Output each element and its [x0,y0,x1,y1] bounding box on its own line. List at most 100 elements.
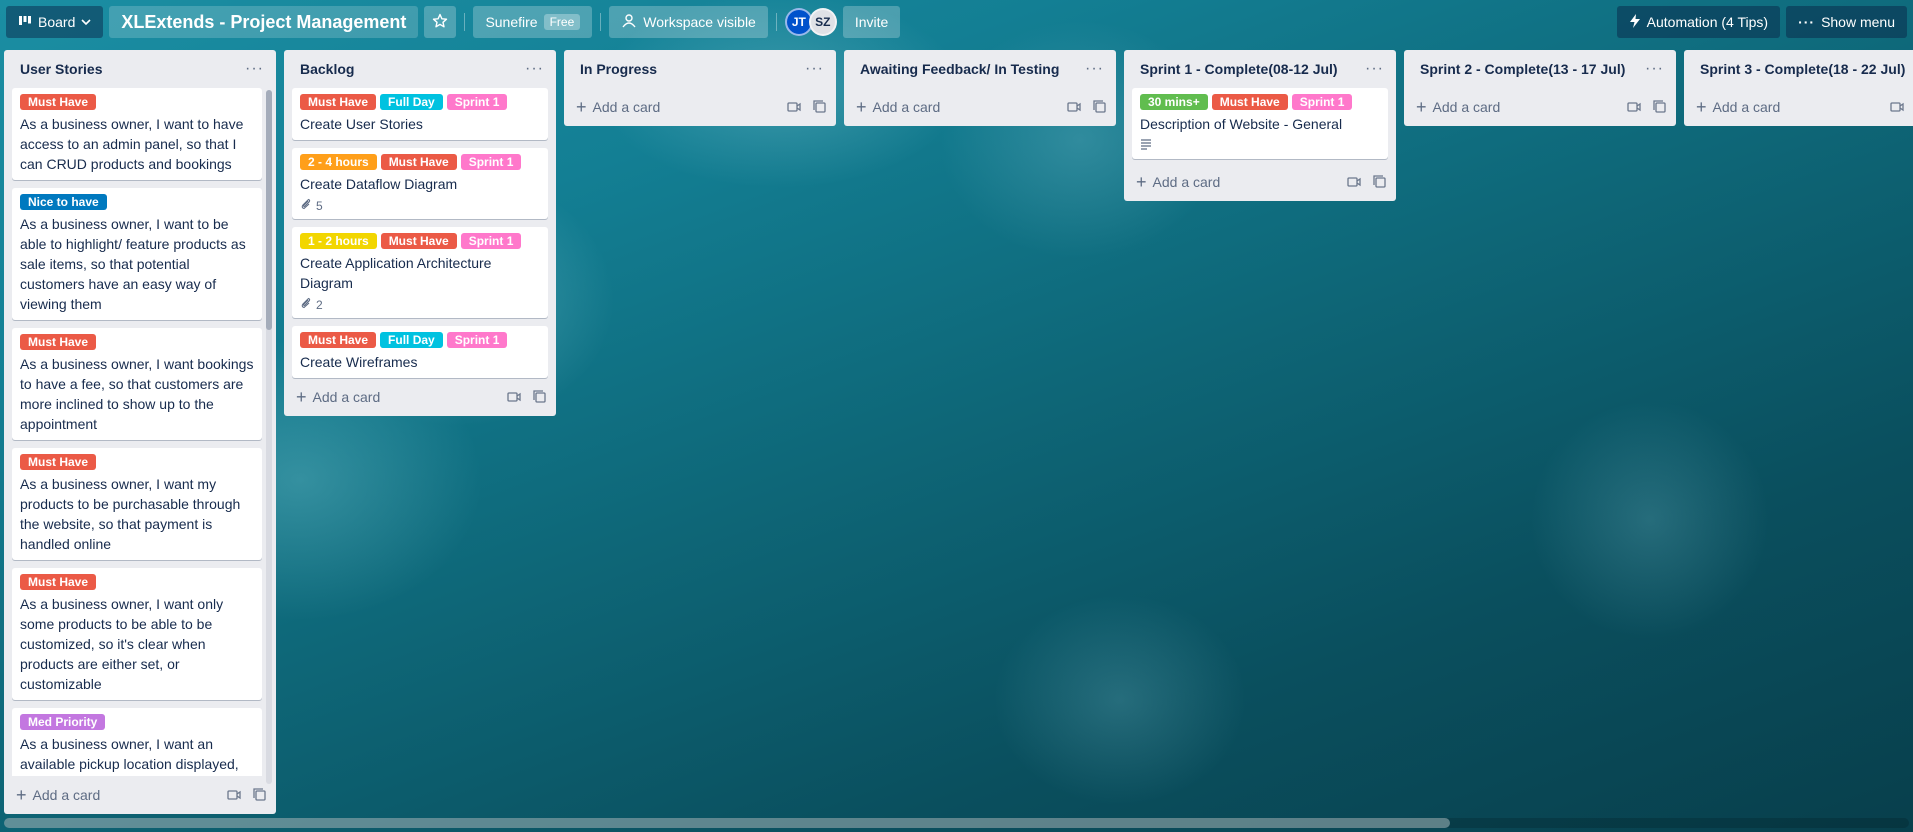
list-title[interactable]: Sprint 2 - Complete(13 - 17 Jul) [1420,61,1625,77]
card[interactable]: Med Priority As a business owner, I want… [12,707,262,777]
template-icon[interactable] [506,389,522,405]
card-label[interactable]: Sprint 1 [446,332,508,348]
copy-icon[interactable] [1092,99,1108,115]
list-header[interactable]: Sprint 1 - Complete(08-12 Jul) ··· [1124,50,1396,88]
card-label[interactable]: Full Day [380,94,443,110]
star-button[interactable] [424,6,457,38]
card-label[interactable]: Nice to have [20,193,107,210]
add-card-button[interactable]: + Add a card [1416,98,1616,116]
card-label[interactable]: 2 - 4 hours [300,154,377,170]
avatar[interactable]: SZ [808,8,837,36]
card-label[interactable]: Must Have [1211,94,1288,110]
card-label[interactable]: Full Day [380,332,443,348]
card-label[interactable]: Must Have [380,233,457,249]
plus-icon: + [296,387,307,407]
list-header[interactable]: User Stories ··· [4,50,276,88]
list-title[interactable]: Sprint 1 - Complete(08-12 Jul) [1140,61,1338,77]
card-container: Must Have Full Day Sprint 1 Create User … [284,88,556,378]
show-menu-label: Show menu [1821,14,1895,30]
board-view-switcher[interactable]: Board [6,6,104,38]
template-icon[interactable] [1066,99,1082,115]
add-card-button[interactable]: + Add a card [1136,173,1336,191]
automation-button[interactable]: Automation (4 Tips) [1616,6,1781,38]
show-menu-button[interactable]: ··· Show menu [1786,6,1907,38]
card[interactable]: Must Have Full Day Sprint 1 Create Wiref… [292,326,548,378]
template-icon[interactable] [1626,99,1642,115]
list-scrollbar[interactable] [266,90,272,784]
card-label[interactable]: Must Have [380,154,457,170]
invite-button[interactable]: Invite [842,6,901,38]
list-title[interactable]: Backlog [300,61,354,77]
list-menu-icon[interactable]: ··· [805,60,824,78]
list-menu-icon[interactable]: ··· [1365,60,1384,78]
list-header[interactable]: In Progress ··· [564,50,836,88]
attachment-count: 5 [316,198,323,213]
list-menu-icon[interactable]: ··· [245,60,264,78]
card-label[interactable]: Must Have [300,94,377,110]
list-menu-icon[interactable]: ··· [525,60,544,78]
template-icon[interactable] [1889,99,1905,115]
board-scrollbar-thumb[interactable] [4,818,1450,828]
card-label[interactable]: Must Have [300,332,377,348]
card[interactable]: Must Have As a business owner, I want my… [12,447,262,560]
card-label[interactable]: 1 - 2 hours [300,233,377,249]
card[interactable]: 2 - 4 hours Must Have Sprint 1 Create Da… [292,148,548,219]
board-scrollbar[interactable] [4,818,1909,828]
card-title: As a business owner, I want to be able t… [20,215,246,312]
template-icon[interactable] [226,787,242,803]
copy-icon[interactable] [252,787,268,803]
list-header[interactable]: Awaiting Feedback/ In Testing ··· [844,50,1116,88]
copy-icon[interactable] [532,389,548,405]
card-title: Create User Stories [300,116,423,132]
card[interactable]: Must Have As a business owner, I want to… [12,87,262,180]
copy-icon[interactable] [1652,99,1668,115]
card[interactable]: 1 - 2 hours Must Have Sprint 1 Create Ap… [292,227,548,318]
template-icon[interactable] [786,99,802,115]
list-header[interactable]: Sprint 3 - Complete(18 - 22 Jul) [1684,50,1913,88]
list-menu-icon[interactable]: ··· [1085,60,1104,78]
plus-icon: + [1416,97,1427,117]
card-label[interactable]: Med Priority [20,713,106,730]
copy-icon[interactable] [1372,174,1388,190]
more-icon: ··· [1798,14,1816,30]
list-backlog: Backlog ··· Must Have Full Day Sprint 1 … [284,50,556,416]
list-header[interactable]: Backlog ··· [284,50,556,88]
list-title[interactable]: Awaiting Feedback/ In Testing [860,61,1059,77]
workspace-button[interactable]: Sunefire Free [473,6,593,38]
list-header[interactable]: Sprint 2 - Complete(13 - 17 Jul) ··· [1404,50,1676,88]
card-label[interactable]: Must Have [20,453,97,470]
list-menu-icon[interactable]: ··· [1645,60,1664,78]
card[interactable]: Must Have Full Day Sprint 1 Create User … [292,88,548,140]
list-title[interactable]: In Progress [580,61,657,77]
board-title[interactable]: XLExtends - Project Management [109,6,419,38]
card[interactable]: Nice to have As a business owner, I want… [12,187,262,320]
card[interactable]: Must Have As a business owner, I want on… [12,567,262,700]
add-card-button[interactable]: + Add a card [16,786,216,804]
list-title[interactable]: Sprint 3 - Complete(18 - 22 Jul) [1700,61,1905,77]
add-card-button[interactable]: + Add a card [576,98,776,116]
card-title: As a business owner, I want an available… [20,735,239,772]
card[interactable]: Must Have As a business owner, I want bo… [12,327,262,440]
workspace-name: Sunefire [485,14,538,30]
add-card-button[interactable]: + Add a card [1696,98,1879,116]
card-label[interactable]: Sprint 1 [460,154,522,170]
header-divider [775,13,777,31]
header-divider [464,13,466,31]
card-label[interactable]: Must Have [20,333,97,350]
copy-icon[interactable] [812,99,828,115]
card-label[interactable]: Must Have [20,93,97,110]
card-label[interactable]: Sprint 1 [446,94,508,110]
card-title: As a business owner, I want bookings to … [20,355,254,432]
visibility-button[interactable]: Workspace visible [609,6,768,38]
card-label[interactable]: 30 mins+ [1140,94,1208,110]
card-label[interactable]: Sprint 1 [460,233,522,249]
list-title[interactable]: User Stories [20,61,102,77]
card[interactable]: 30 mins+ Must Have Sprint 1 Description … [1132,88,1388,159]
list-scrollbar-thumb[interactable] [266,90,272,330]
card-label[interactable]: Must Have [20,573,97,590]
template-icon[interactable] [1346,174,1362,190]
add-card-row: + Add a card [564,88,836,126]
add-card-button[interactable]: + Add a card [856,98,1056,116]
card-label[interactable]: Sprint 1 [1291,94,1353,110]
add-card-button[interactable]: + Add a card [296,388,496,406]
